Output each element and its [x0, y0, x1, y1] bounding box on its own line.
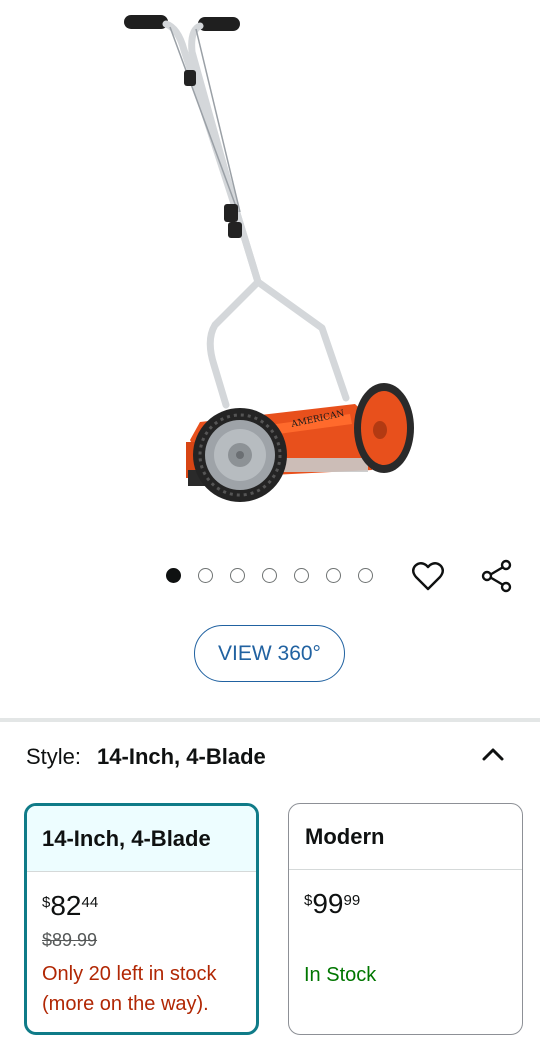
availability-line: Only 20 left in stock: [42, 963, 217, 985]
carousel-dot[interactable]: [198, 568, 213, 583]
price-fraction: 44: [81, 894, 99, 911]
option-price: $ 99 99: [304, 890, 522, 918]
price-symbol: $: [304, 892, 313, 909]
collapse-style-button[interactable]: [478, 740, 508, 770]
price-symbol: $: [42, 894, 51, 911]
chevron-up-icon: [482, 748, 504, 761]
product-image[interactable]: AMERICAN: [0, 0, 540, 540]
style-option-card-selected[interactable]: 14-Inch, 4-Blade $ 82 44 $89.99 Only 20 …: [24, 803, 259, 1035]
view-360-button[interactable]: VIEW 360°: [194, 625, 345, 682]
heart-icon: [412, 562, 444, 591]
carousel-dot[interactable]: [262, 568, 277, 583]
lower-clamp-1: [224, 204, 238, 222]
style-selector-header: Style: 14-Inch, 4-Blade: [26, 744, 266, 770]
availability-text: Only 20 left in stock (more on the way).: [42, 959, 256, 1019]
lawn-mower-illustration: AMERICAN: [124, 15, 414, 502]
lower-clamp-2: [228, 222, 242, 238]
price-whole: 99: [312, 888, 344, 919]
left-grip: [124, 15, 168, 29]
option-name: 14-Inch, 4-Blade: [27, 806, 256, 872]
list-price: $89.99: [42, 930, 98, 950]
right-grip: [198, 17, 240, 31]
price-whole: 82: [50, 890, 82, 921]
style-option-card[interactable]: Modern $ 99 99 In Stock: [288, 803, 523, 1035]
availability-line: (more on the way).: [42, 993, 209, 1015]
carousel-dot[interactable]: [294, 568, 309, 583]
wishlist-button[interactable]: [410, 558, 446, 594]
share-icon: [481, 559, 512, 593]
section-divider: [0, 718, 540, 722]
style-value: 14-Inch, 4-Blade: [97, 744, 266, 769]
carousel-dot[interactable]: [326, 568, 341, 583]
style-label: Style:: [26, 744, 82, 769]
upper-clamp: [184, 70, 196, 86]
left-wheel: [193, 408, 287, 502]
carousel-dot[interactable]: [358, 568, 373, 583]
carousel-dot[interactable]: [166, 568, 181, 583]
right-wheel: [354, 383, 414, 473]
option-name: Modern: [289, 804, 522, 870]
option-price: $ 82 44: [42, 892, 256, 920]
carousel-indicator: [166, 568, 373, 583]
share-button[interactable]: [478, 558, 514, 594]
carousel-dot[interactable]: [230, 568, 245, 583]
price-fraction: 99: [343, 892, 361, 909]
availability-text: In Stock: [304, 964, 377, 986]
